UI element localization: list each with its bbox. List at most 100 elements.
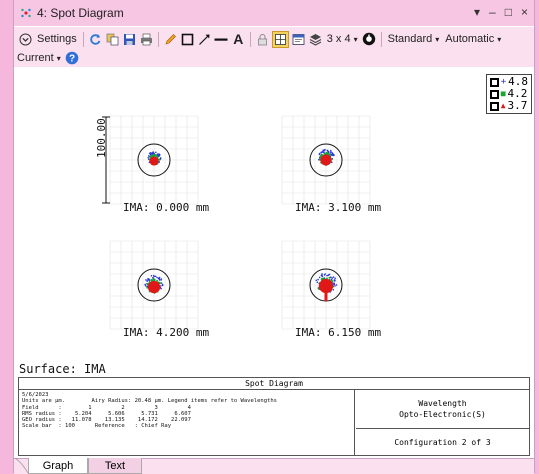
spot-point [331,277,334,279]
spot-point [335,284,338,286]
layers-icon[interactable] [308,32,323,47]
arrow-icon[interactable] [197,32,212,47]
square-marker-icon: ■ [500,89,506,98]
tab-text[interactable]: Text [88,458,142,474]
refresh-icon[interactable] [88,32,103,47]
spot-point [330,151,332,153]
spot-point [317,278,319,281]
spot-point [148,279,151,282]
print-icon[interactable] [139,32,154,47]
toolbar: Settings A 3 x 4 ▾ Standard ▾ Automatic … [14,27,534,67]
field-label: IMA: 4.200 mm [123,326,210,339]
company-label: Opto-Electronic(S) [399,410,486,419]
current-dropdown[interactable]: Current ▾ [14,49,64,67]
spot-point [150,275,153,277]
spot-point [326,152,329,155]
spot-point [146,280,148,282]
window-icon[interactable] [291,32,306,47]
settings-button[interactable]: Settings [14,30,80,48]
spot-point [327,150,329,152]
spot-point [330,278,333,281]
sampling-label: 3 x 4 [326,33,351,45]
triangle-marker-icon: ▲ [500,101,506,110]
rectangle-icon[interactable] [180,32,195,47]
spot-point [334,277,336,279]
copy-icon[interactable] [105,32,120,47]
pencil-icon[interactable] [163,32,178,47]
spot-point [323,152,326,155]
window-menu-button[interactable]: ▾ [474,5,480,19]
preset-icon[interactable] [362,32,377,47]
toolbar-divider [157,31,159,47]
sampling-dropdown[interactable]: 3 x 4 ▾ [324,30,361,48]
caret-down-icon: ▾ [497,34,502,44]
spot-point [332,153,335,156]
caret-down-icon: ▾ [435,34,440,44]
spot-point [333,283,336,286]
spot-point [334,285,336,287]
grid-icon[interactable] [271,30,289,48]
lock-icon[interactable] [255,32,270,47]
text-icon[interactable]: A [231,31,246,47]
spot-point [326,274,328,277]
toolbar-divider [249,31,251,47]
legend-checkbox[interactable] [489,89,499,99]
spot-point [328,273,331,276]
info-details: 5/6/2023 Units are µm. Airy Radius: 20.4… [19,390,355,455]
spot-point [329,153,331,156]
spot-point [156,280,158,282]
spot-point [160,285,162,287]
title-bar[interactable]: 4: Spot Diagram ▾ – □ × [14,0,534,26]
window-title: 4: Spot Diagram [37,6,124,20]
wavelength-legend: + 4.8 ■ 4.2 ▲ 3.7 [485,74,532,114]
tab-graph[interactable]: Graph [28,458,88,474]
spot-point [148,152,151,155]
legend-checkbox[interactable] [489,101,499,111]
spot-core [147,280,161,294]
close-button[interactable]: × [521,5,528,19]
standard-dropdown[interactable]: Standard ▾ [385,30,443,48]
spot-diagram-canvas [102,115,371,330]
spot-point [149,156,151,158]
current-label: Current [17,52,54,64]
field-label: IMA: 3.100 mm [295,201,382,214]
spot-point [155,154,157,156]
info-box: Spot Diagram 5/6/2023 Units are µm. Airy… [18,377,530,456]
info-right-panel: Wavelength Opto-Electronic(S) Configurat… [356,390,529,455]
tab-corner [14,458,28,473]
spot-diagram-plot: + 4.8 ■ 4.2 ▲ 3.7 IMA: 0.000 mm IMA: 3.1… [14,68,534,368]
automatic-dropdown[interactable]: Automatic ▾ [442,30,504,48]
scale-bar-label: 100.00 [95,118,108,158]
legend-value: 3.7 [507,99,528,112]
spot-point [332,276,335,278]
spot-point [322,277,324,280]
spot-point [316,281,319,283]
spot-point [321,273,323,275]
save-icon[interactable] [122,32,137,47]
spot-point [160,287,162,290]
maximize-button[interactable]: □ [505,5,512,19]
info-title: Spot Diagram [19,378,529,390]
spot-point [144,285,147,287]
caret-down-icon: ▾ [56,53,61,63]
spot-point [334,279,336,281]
spot-point [324,149,326,151]
spot-point [160,279,162,281]
spot-point [320,274,323,277]
spot-point [330,153,333,156]
legend-checkbox[interactable] [489,77,499,87]
automatic-label: Automatic [445,33,495,45]
spot-point [147,278,149,280]
spot-point [151,155,153,157]
spot-tail [324,291,328,301]
minimize-button[interactable]: – [489,5,496,19]
settings-label: Settings [37,33,77,45]
wavelength-box: Wavelength Opto-Electronic(S) [356,390,529,429]
field-label: IMA: 0.000 mm [123,201,210,214]
spot-point [156,276,158,279]
spot-point [318,152,321,155]
help-icon[interactable]: ? [65,51,80,66]
spot-core [320,154,332,166]
spot-point [155,151,157,154]
line-icon[interactable] [214,32,229,47]
